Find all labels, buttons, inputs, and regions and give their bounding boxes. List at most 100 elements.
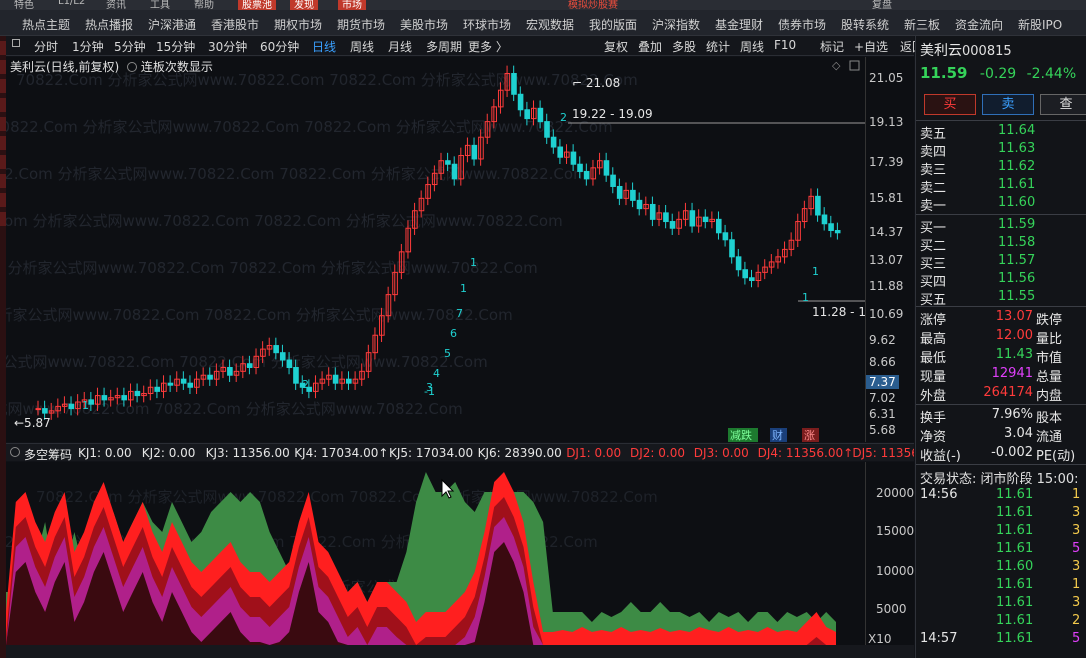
top-menu-strip: 特色 L1/L2 资讯 工具 帮助 股票池 发现 市场 模拟炒股赛 复盘 (0, 0, 1086, 10)
candle-body (636, 199, 643, 210)
period-tab[interactable]: 15分钟 (156, 38, 195, 55)
nav-item[interactable]: 环球市场 (463, 16, 511, 33)
indicator-axis: 20000 15000 10000 5000 X10 (865, 462, 914, 646)
candle-body (715, 218, 722, 234)
order-level-price: 11.61 (998, 177, 1036, 192)
nav-item[interactable]: 美股市场 (400, 16, 448, 33)
nav-item[interactable]: 沪深指数 (652, 16, 700, 33)
tick-row[interactable]: 11.61 3 (916, 594, 1086, 612)
order-book-row[interactable]: 买三 11.57 (916, 252, 1086, 272)
period-tab[interactable]: 1分钟 (72, 38, 104, 55)
tick-row[interactable]: 11.60 3 (916, 558, 1086, 576)
nav-item[interactable]: 热点主题 (22, 16, 70, 33)
price-tick: 5.68 (869, 423, 896, 437)
period-tab[interactable]: 更多 〉 (468, 38, 508, 55)
candle-body (332, 374, 339, 384)
overlay-label[interactable]: 连板次数显示 (141, 60, 213, 74)
order-book-row[interactable]: 卖四 11.63 (916, 140, 1086, 160)
query-button[interactable]: 查 (1040, 94, 1086, 115)
kline-chart[interactable]: 70822.Com 分析家公式网www.70822.Com 70822.Com … (0, 57, 877, 442)
tick-row[interactable]: 11.61 5 (916, 540, 1086, 558)
nav-item[interactable]: 基金理财 (715, 16, 763, 33)
order-level-price: 11.63 (998, 141, 1036, 156)
nav-item[interactable]: 期货市场 (337, 16, 385, 33)
order-book-row[interactable]: 卖二 11.61 (916, 176, 1086, 196)
nav-item[interactable]: 香港股市 (211, 16, 259, 33)
tick-price: 11.61 (996, 595, 1034, 610)
stat-label: 收益(-) (920, 449, 961, 464)
tool-button[interactable]: 叠加 (638, 38, 662, 55)
order-book-row[interactable]: 买二 11.58 (916, 234, 1086, 254)
tool-button[interactable]: +自选 (854, 38, 888, 55)
buy-button[interactable]: 买 (924, 94, 976, 115)
order-book-row[interactable]: 买四 11.56 (916, 270, 1086, 290)
nav-item[interactable]: 热点播报 (85, 16, 133, 33)
stat-label: 总量 (1036, 370, 1063, 385)
tool-button[interactable]: 周线 (740, 38, 764, 55)
stat-value: 12.00 (995, 328, 1033, 343)
tool-button[interactable]: 统计 (706, 38, 730, 55)
expand-icon[interactable]: ◇ (832, 59, 841, 72)
streak-label: 7 (456, 307, 463, 320)
nav-item[interactable]: 新三板 (904, 16, 940, 33)
period-tab[interactable]: 分时 (34, 38, 58, 55)
order-book-row[interactable]: 卖三 11.62 (916, 158, 1086, 178)
nav-item[interactable]: 宏观数据 (526, 16, 574, 33)
order-book-row[interactable]: 买五 11.55 (916, 288, 1086, 308)
nav-item[interactable]: 期权市场 (274, 16, 322, 33)
streak-label: 1 (460, 282, 467, 295)
period-tab[interactable]: 多周期 (426, 38, 462, 55)
toolbar-handle-icon[interactable] (12, 39, 20, 47)
top-menu-item[interactable]: 股票池 (238, 0, 276, 10)
tick-row[interactable]: 11.61 3 (916, 522, 1086, 540)
top-menu-item[interactable]: L1/L2 (58, 0, 85, 7)
order-level-price: 11.56 (998, 271, 1036, 286)
candle-body (570, 151, 577, 165)
period-tab[interactable]: 30分钟 (208, 38, 247, 55)
nav-item[interactable]: 沪深港通 (148, 16, 196, 33)
period-tab[interactable]: 周线 (350, 38, 374, 55)
order-book-row[interactable]: 买一 11.59 (916, 216, 1086, 236)
top-menu-item[interactable]: 资讯 (106, 0, 126, 10)
tool-button[interactable]: 复权 (604, 38, 628, 55)
tick-row[interactable]: 11.61 3 (916, 504, 1086, 522)
tick-row[interactable]: 14:57 11.61 5 (916, 630, 1086, 648)
nav-item[interactable]: 债券市场 (778, 16, 826, 33)
tick-list[interactable]: 14:56 11.61 1 11.61 3 11.61 3 11.61 5 11.60 3 11.61… (916, 486, 1086, 648)
top-menu-item[interactable]: 特色 (14, 0, 34, 10)
nav-item[interactable]: 资金流向 (955, 16, 1003, 33)
period-tab[interactable]: 月线 (388, 38, 412, 55)
top-menu-item[interactable]: 发现 (290, 0, 318, 10)
candle-body (445, 160, 451, 165)
tick-row[interactable]: 11.61 2 (916, 612, 1086, 630)
tool-button[interactable]: 标记 (820, 38, 844, 55)
top-menu-item[interactable]: 模拟炒股赛 (568, 0, 618, 10)
top-menu-item[interactable]: 帮助 (194, 0, 214, 10)
nav-item[interactable]: 新股IPO (1018, 16, 1062, 33)
order-book-row[interactable]: 卖五 11.64 (916, 122, 1086, 142)
period-tab[interactable]: 日线 (312, 38, 336, 55)
overlay-toggle-icon[interactable] (127, 62, 138, 72)
period-tab[interactable]: 60分钟 (260, 38, 299, 55)
nav-item[interactable]: 我的版面 (589, 16, 637, 33)
tool-button[interactable]: F10 (774, 38, 796, 52)
sell-button[interactable]: 卖 (982, 94, 1034, 115)
chip-distribution-chart[interactable]: 70822.Com 分析家公式网www.70822.Com 70822.Com … (0, 462, 865, 645)
tick-row[interactable]: 14:56 11.61 1 (916, 486, 1086, 504)
top-menu-item[interactable]: 市场 (338, 0, 366, 10)
bottom-scroll-bar[interactable] (6, 645, 914, 658)
indicator-name[interactable]: 多空筹码 (24, 446, 72, 461)
nav-item[interactable]: 股转系统 (841, 16, 889, 33)
tick-volume: 3 (1072, 505, 1081, 520)
close-icon[interactable] (849, 60, 860, 71)
tool-button[interactable]: 多股 (672, 38, 696, 55)
streak-label: 1 (82, 399, 89, 412)
top-menu-item[interactable]: 复盘 (872, 0, 892, 10)
top-menu-item[interactable]: 工具 (150, 0, 170, 10)
tick-price: 11.61 (996, 577, 1034, 592)
indicator-toggle-icon[interactable] (10, 447, 20, 457)
period-tab[interactable]: 5分钟 (114, 38, 146, 55)
tick-price: 11.61 (996, 523, 1034, 538)
tick-row[interactable]: 11.61 1 (916, 576, 1086, 594)
order-book-row[interactable]: 卖一 11.60 (916, 194, 1086, 214)
